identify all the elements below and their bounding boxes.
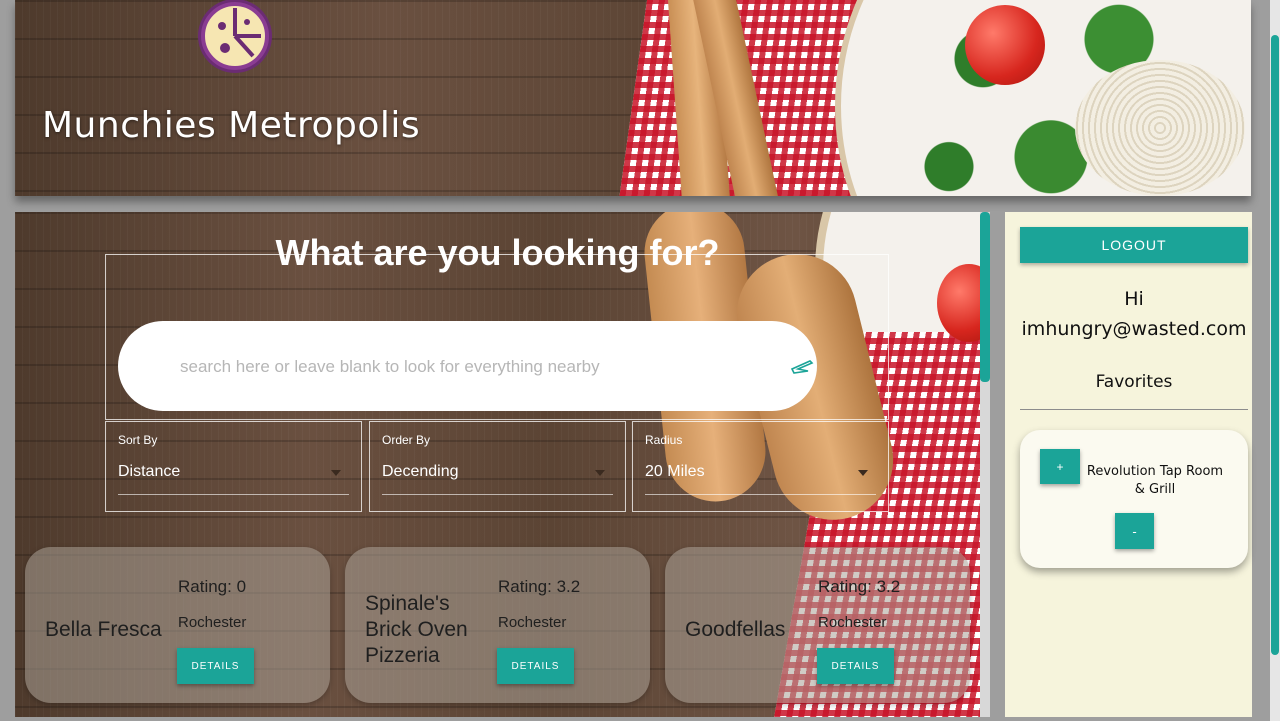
select-underline bbox=[382, 494, 613, 495]
logout-button[interactable]: LOGOUT bbox=[1020, 227, 1248, 263]
results-scrollbar[interactable] bbox=[980, 212, 990, 717]
restaurant-name: Goodfellas bbox=[685, 618, 786, 641]
restaurant-card: Goodfellas Rating: 3.2 Rochester DETAILS bbox=[665, 547, 970, 703]
details-button[interactable]: DETAILS bbox=[497, 648, 574, 684]
order-by-value[interactable]: Decending bbox=[382, 463, 459, 481]
radius-select[interactable]: Radius 20 Miles bbox=[632, 421, 889, 512]
site-title: Munchies Metropolis bbox=[42, 105, 421, 146]
sort-by-select[interactable]: Sort By Distance bbox=[105, 421, 362, 512]
restaurant-rating: Rating: 3.2 bbox=[498, 577, 581, 596]
select-underline bbox=[118, 494, 349, 495]
restaurant-city: Rochester bbox=[498, 614, 567, 631]
restaurant-card: Bella Fresca Rating: 0 Rochester DETAILS bbox=[25, 547, 330, 703]
restaurant-city: Rochester bbox=[178, 614, 247, 631]
pizza-logo-icon[interactable] bbox=[195, 0, 275, 76]
divider bbox=[1020, 409, 1248, 410]
favorite-name: Revolution Tap Room & Grill bbox=[1086, 464, 1224, 497]
remove-favorite-button[interactable]: - bbox=[1115, 513, 1154, 549]
select-underline bbox=[645, 494, 876, 495]
scrollbar-thumb[interactable] bbox=[980, 212, 990, 382]
restaurant-city: Rochester bbox=[818, 614, 887, 631]
order-by-select[interactable]: Order By Decending bbox=[369, 421, 626, 512]
sort-by-label: Sort By bbox=[118, 433, 158, 447]
favorites-title: Favorites bbox=[1095, 372, 1173, 392]
details-button[interactable]: DETAILS bbox=[177, 648, 254, 684]
user-email: imhungry@wasted.com bbox=[1021, 318, 1247, 340]
chevron-down-icon[interactable] bbox=[595, 470, 605, 476]
radius-label: Radius bbox=[645, 433, 683, 447]
tomato-image bbox=[965, 5, 1045, 85]
pasta-image bbox=[1075, 60, 1245, 196]
search-heading: What are you looking for? bbox=[275, 232, 720, 273]
favorite-card: + Revolution Tap Room & Grill - bbox=[1020, 430, 1248, 568]
restaurant-name: Bella Fresca bbox=[45, 618, 162, 641]
scrollbar-thumb[interactable] bbox=[1271, 35, 1279, 655]
radius-value[interactable]: 20 Miles bbox=[645, 463, 705, 481]
restaurant-rating: Rating: 3.2 bbox=[818, 577, 901, 596]
page-scrollbar[interactable] bbox=[1270, 0, 1280, 721]
add-favorite-button[interactable]: + bbox=[1040, 449, 1080, 484]
restaurant-card: Spinale's Brick Oven Pizzeria Rating: 3.… bbox=[345, 547, 650, 703]
search-box[interactable] bbox=[118, 321, 817, 413]
greeting: Hi imhungry@wasted.com bbox=[1005, 284, 1263, 344]
user-sidebar: LOGOUT Hi imhungry@wasted.com Favorites … bbox=[1005, 212, 1252, 717]
airplane-search-icon[interactable] bbox=[790, 357, 814, 375]
restaurant-rating: Rating: 0 bbox=[178, 577, 247, 596]
restaurant-name: Spinale's Brick Oven Pizzeria bbox=[365, 592, 468, 667]
greeting-hi: Hi bbox=[1124, 288, 1144, 310]
chevron-down-icon[interactable] bbox=[858, 470, 868, 476]
sort-by-value[interactable]: Distance bbox=[118, 463, 180, 481]
details-button[interactable]: DETAILS bbox=[817, 648, 894, 684]
search-input[interactable] bbox=[178, 321, 762, 413]
chevron-down-icon[interactable] bbox=[331, 470, 341, 476]
order-by-label: Order By bbox=[382, 433, 431, 447]
